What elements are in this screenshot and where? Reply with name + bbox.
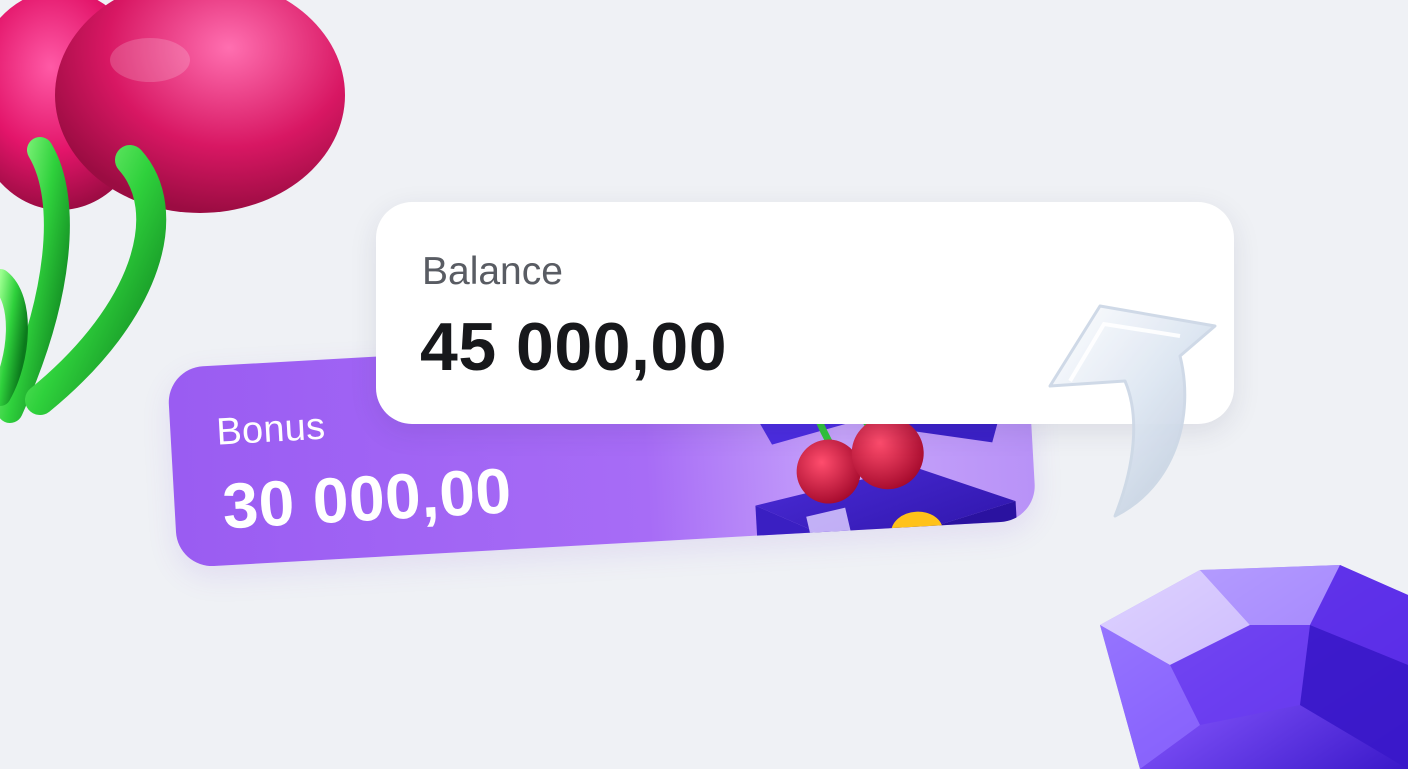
bonus-label: Bonus	[215, 405, 327, 454]
balance-amount: 45 000,00	[420, 309, 728, 385]
promo-banner: Bonus 30 000,00 Balance 45 000,00	[0, 0, 1408, 769]
balance-card: Balance 45 000,00	[376, 202, 1234, 424]
purple-gem-illustration	[1100, 565, 1408, 769]
balance-label: Balance	[422, 250, 563, 293]
bonus-amount: 30 000,00	[220, 454, 514, 543]
